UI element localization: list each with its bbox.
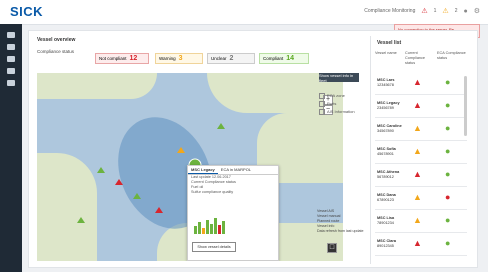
table-row[interactable]: MSC Dana 67890123 ▲ ● bbox=[375, 189, 467, 210]
table-row[interactable]: MSC Clara 89012345 ▲ ● bbox=[375, 235, 467, 256]
vessel-name: MSC Lars 12345678 bbox=[377, 78, 395, 87]
sidebar-item-settings[interactable] bbox=[7, 80, 15, 86]
compliance-bars bbox=[194, 216, 240, 234]
vessel-marker[interactable] bbox=[133, 193, 141, 199]
badge-unclear[interactable]: Unclear 2 bbox=[207, 53, 255, 64]
eca-status-icon: ● bbox=[445, 146, 451, 156]
show-vessel-info-button[interactable]: Show vessel info in fleet bbox=[319, 73, 359, 83]
popup-tabs: MSC Legacy ECA in MARPOL bbox=[188, 166, 278, 175]
table-row[interactable]: MSC Lars 12345678 ▲ ● bbox=[375, 74, 467, 95]
badge-compliant[interactable]: Compliant 14 bbox=[259, 53, 309, 64]
sidebar-item-fleet[interactable] bbox=[7, 44, 15, 50]
current-status-icon: ▲ bbox=[413, 169, 422, 179]
top-bar: SICK Compliance Monitoring ⚠ 1 ⚠ 2 ● ⚙ bbox=[0, 0, 488, 25]
vessel-name: MSC Sofia 45678901 bbox=[377, 147, 396, 156]
current-status-icon: ▲ bbox=[413, 123, 422, 133]
eca-status-icon: ● bbox=[445, 100, 451, 110]
badge-not-compliant[interactable]: Not compliant 12 bbox=[95, 53, 149, 64]
table-row[interactable]: MSC Caroline 34567890 ▲ ● bbox=[375, 120, 467, 141]
eca-status-icon: ● bbox=[445, 215, 451, 225]
table-row[interactable]: MSC Legacy 23456789 ▲ ● bbox=[375, 97, 467, 118]
vessel-marker[interactable] bbox=[155, 207, 163, 213]
show-vessel-details-button[interactable]: Show vessel details bbox=[192, 242, 236, 252]
current-status-icon: ▲ bbox=[413, 146, 422, 156]
layer-ais[interactable]: AIS Information bbox=[319, 109, 355, 115]
warning-count: 2 bbox=[454, 8, 458, 14]
page-title: Vessel overview bbox=[37, 37, 76, 43]
sidebar-item-reports[interactable] bbox=[7, 56, 15, 62]
table-row[interactable]: MSC Lisa 78901234 ▲ ● bbox=[375, 212, 467, 233]
compliance-label: Compliance status bbox=[37, 49, 75, 54]
col-vessel-name[interactable]: Vessel name bbox=[375, 51, 401, 56]
vessel-marker[interactable] bbox=[177, 147, 185, 153]
current-status-icon: ▲ bbox=[413, 215, 422, 225]
current-status-icon: ▲ bbox=[413, 238, 422, 248]
vessel-list-panel: Vessel list Vessel name Current Complian… bbox=[370, 36, 471, 264]
table-row[interactable]: MSC Sofia 45678901 ▲ ● bbox=[375, 143, 467, 164]
tab-vessel[interactable]: MSC Legacy bbox=[188, 166, 218, 174]
eca-status-icon: ● bbox=[445, 77, 451, 87]
vessel-name: MSC Lisa 78901234 bbox=[377, 216, 395, 225]
eca-status-icon: ● bbox=[445, 238, 451, 248]
map-view[interactable]: + − □ MSC Legacy ECA in MARPOL Last upda… bbox=[37, 73, 343, 261]
vessel-popup: MSC Legacy ECA in MARPOL Last update 12.… bbox=[187, 165, 279, 261]
vessel-name: MSC Clara 89012345 bbox=[377, 239, 396, 248]
eca-status-icon: ● bbox=[445, 123, 451, 133]
col-current-status[interactable]: Current Compliance status bbox=[405, 51, 435, 66]
logo: SICK bbox=[10, 4, 44, 19]
vessel-name: MSC Dana 67890123 bbox=[377, 193, 396, 202]
user-icon[interactable]: ● bbox=[463, 8, 467, 15]
layer-ports[interactable]: Ports bbox=[319, 101, 336, 107]
current-status-icon: ▲ bbox=[413, 192, 422, 202]
layer-eca[interactable]: ECA zone bbox=[319, 93, 345, 99]
sidebar-item-analytics[interactable] bbox=[7, 68, 15, 74]
current-status-icon: ▲ bbox=[413, 100, 422, 110]
eca-status-icon: ● bbox=[445, 192, 451, 202]
vessel-list-title: Vessel list bbox=[377, 40, 402, 46]
top-right-toolbar: Compliance Monitoring ⚠ 1 ⚠ 2 ● ⚙ bbox=[364, 7, 480, 16]
col-eca-status[interactable]: ECA Compliance status bbox=[437, 51, 467, 61]
vessel-name: MSC Athena 56789012 bbox=[377, 170, 400, 179]
alarm-count: 1 bbox=[433, 8, 437, 14]
vessel-name: MSC Caroline 34567890 bbox=[377, 124, 402, 133]
current-status-icon: ▲ bbox=[413, 77, 422, 87]
vessel-name: MSC Legacy 23456789 bbox=[377, 101, 400, 110]
warning-icon[interactable]: ⚠ bbox=[442, 7, 448, 15]
popup-line: Sulfur compliance quality bbox=[191, 190, 234, 194]
eca-status-icon: ● bbox=[445, 169, 451, 179]
badge-warning[interactable]: Warning 3 bbox=[155, 53, 203, 64]
table-row[interactable]: MSC Athena 56789012 ▲ ● bbox=[375, 166, 467, 187]
sidebar-item-dashboard[interactable] bbox=[7, 32, 15, 38]
context-label[interactable]: Compliance Monitoring bbox=[364, 8, 415, 14]
vessel-marker[interactable] bbox=[97, 167, 105, 173]
map-legend: Vessel AIS Vessel manual Planned route V… bbox=[317, 209, 364, 233]
gear-icon[interactable]: ⚙ bbox=[474, 7, 480, 15]
scrollbar[interactable] bbox=[464, 76, 467, 136]
vessel-marker[interactable] bbox=[77, 217, 85, 223]
sidebar bbox=[0, 24, 22, 272]
alarm-icon[interactable]: ⚠ bbox=[421, 7, 427, 15]
vessel-marker[interactable] bbox=[115, 179, 123, 185]
vessel-marker[interactable] bbox=[217, 123, 225, 129]
tab-eca[interactable]: ECA in MARPOL bbox=[218, 166, 254, 174]
